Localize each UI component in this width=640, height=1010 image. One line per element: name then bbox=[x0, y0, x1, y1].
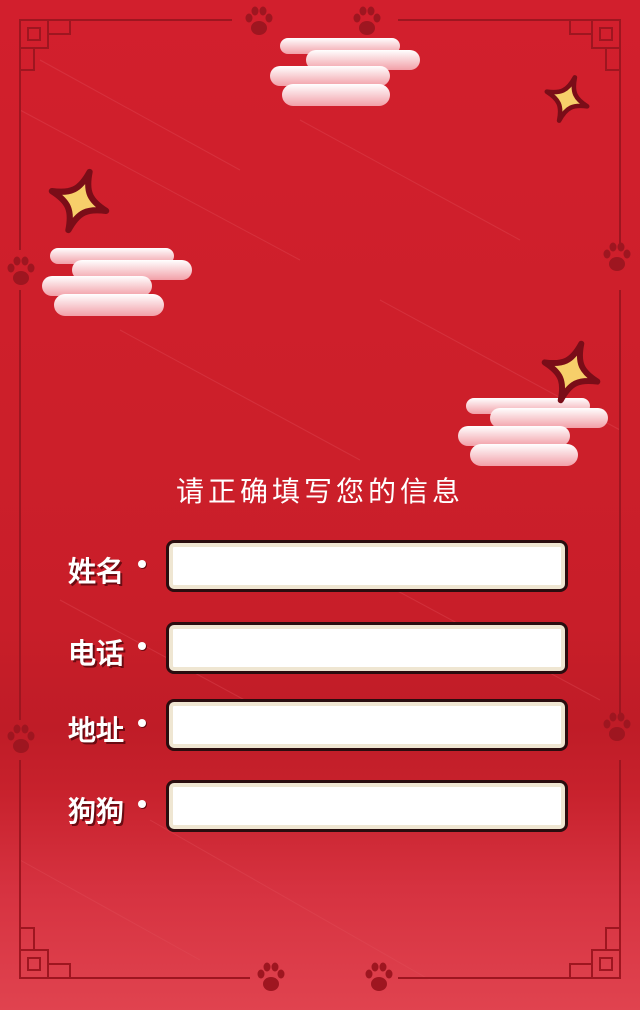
address-input[interactable] bbox=[166, 699, 568, 751]
label-dot bbox=[138, 800, 146, 808]
dog-row: 狗狗 bbox=[68, 780, 572, 836]
paw-print-icon bbox=[353, 6, 381, 35]
label-dot bbox=[138, 642, 146, 650]
name-input[interactable] bbox=[166, 540, 568, 592]
cloud-icon bbox=[458, 398, 608, 466]
paw-print-icon bbox=[603, 712, 631, 741]
address-label: 地址 bbox=[68, 714, 125, 747]
phone-row: 电话 bbox=[68, 622, 572, 678]
paw-print-icon bbox=[257, 962, 285, 991]
name-label: 姓名 bbox=[68, 555, 125, 588]
dog-input[interactable] bbox=[166, 780, 568, 832]
sparkle-icon bbox=[544, 75, 590, 123]
paw-print-icon bbox=[245, 6, 273, 35]
cloud-icon bbox=[42, 248, 192, 316]
cloud-icon bbox=[270, 38, 420, 106]
sparkle-icon bbox=[541, 340, 601, 404]
phone-label: 电话 bbox=[68, 637, 125, 670]
form-page: 请正确填写您的信息 姓名 电话 地址 狗狗 bbox=[0, 0, 640, 1010]
sparkle-icon bbox=[48, 168, 110, 234]
paw-print-icon bbox=[365, 962, 393, 991]
address-row: 地址 bbox=[68, 699, 572, 755]
paw-print-icon bbox=[7, 724, 35, 753]
label-dot bbox=[138, 719, 146, 727]
paw-print-icon bbox=[7, 256, 35, 285]
name-row: 姓名 bbox=[68, 540, 572, 596]
paw-print-icon bbox=[603, 242, 631, 271]
dog-label: 狗狗 bbox=[68, 795, 125, 828]
form-title: 请正确填写您的信息 bbox=[175, 475, 464, 508]
phone-input[interactable] bbox=[166, 622, 568, 674]
label-dot bbox=[138, 560, 146, 568]
